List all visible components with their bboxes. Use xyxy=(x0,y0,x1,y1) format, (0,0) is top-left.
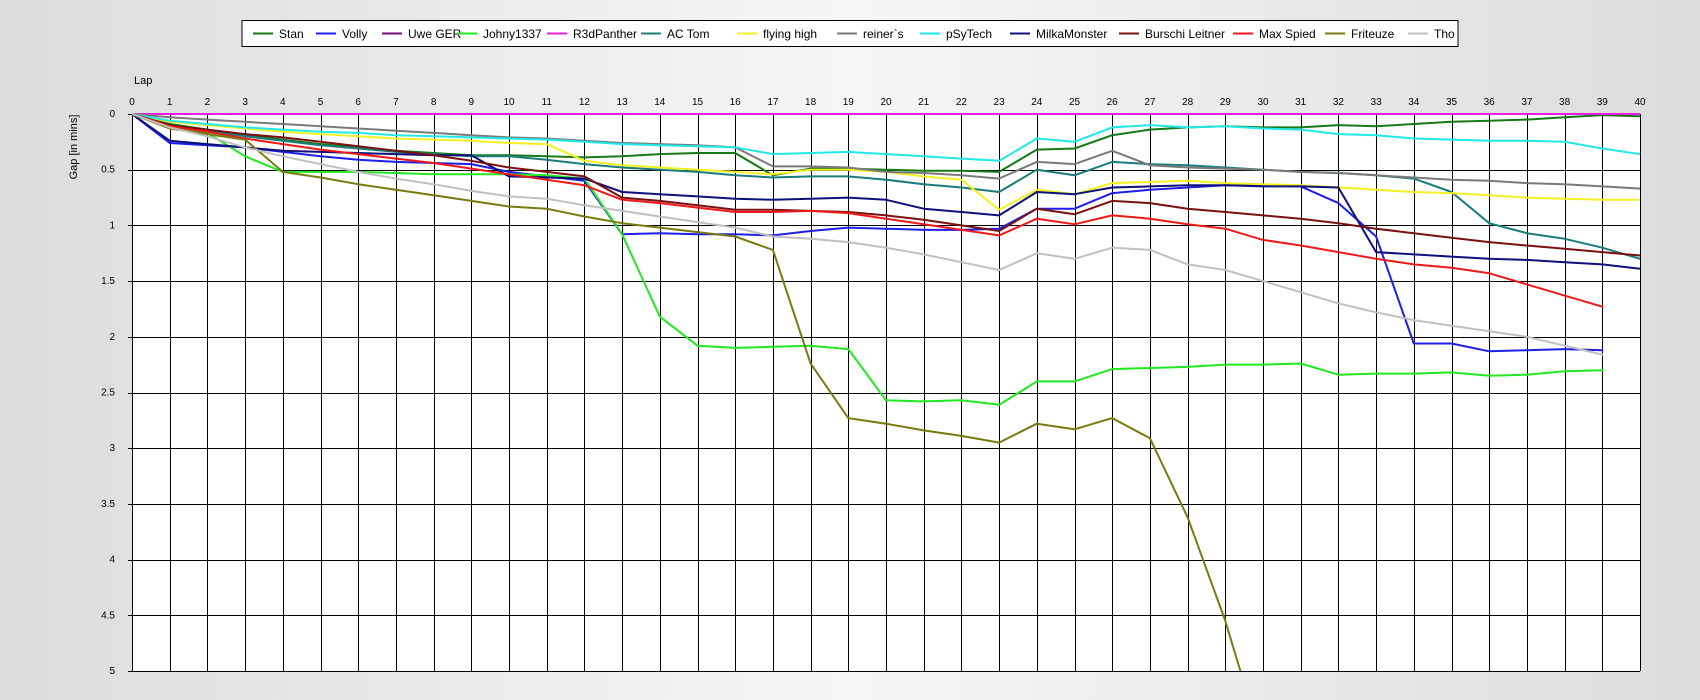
legend-label: Friteuze xyxy=(1351,27,1395,41)
legend-label: pSyTech xyxy=(946,27,992,41)
x-tick-label: 22 xyxy=(956,97,968,108)
x-axis-ticks: 0 1 2 3 4 5 6 7 8 9 10 11 12 13 14 15 16 17 18 19 20 21 22 23 24… xyxy=(129,97,1646,108)
x-tick-label: 1 xyxy=(167,97,173,108)
x-tick-label: 40 xyxy=(1634,97,1646,108)
x-tick-label: 23 xyxy=(994,97,1006,108)
x-tick-label: 39 xyxy=(1597,97,1609,108)
y-axis-title: Gap [in mins] xyxy=(68,115,80,180)
x-tick-label: 2 xyxy=(205,97,211,108)
x-tick-label: 13 xyxy=(617,97,629,108)
x-tick-label: 27 xyxy=(1144,97,1156,108)
x-tick-label: 32 xyxy=(1333,97,1345,108)
x-axis-title: Lap xyxy=(134,75,152,87)
x-tick-label: 14 xyxy=(654,97,666,108)
x-tick-label: 4 xyxy=(280,97,286,108)
x-tick-label: 18 xyxy=(805,97,817,108)
x-tick-label: 36 xyxy=(1484,97,1496,108)
legend: Stan Volly Uwe GER Johny1337 R3dPanther AC To… xyxy=(241,20,1459,47)
legend-label: MilkaMonster xyxy=(1036,27,1107,41)
x-tick-label: 35 xyxy=(1446,97,1458,108)
x-tick-label: 24 xyxy=(1031,97,1043,108)
x-tick-label: 7 xyxy=(393,97,399,108)
x-tick-label: 3 xyxy=(242,97,248,108)
x-tick-label: 0 xyxy=(129,97,135,108)
x-tick-label: 37 xyxy=(1521,97,1533,108)
x-tick-label: 26 xyxy=(1107,97,1119,108)
legend-label: flying high xyxy=(763,27,817,41)
x-tick-label: 29 xyxy=(1220,97,1232,108)
legend-label: Burschi Leitner xyxy=(1145,27,1225,41)
y-tick-label: 2 xyxy=(109,332,115,343)
x-tick-label: 38 xyxy=(1559,97,1571,108)
x-tick-label: 16 xyxy=(730,97,742,108)
legend-label: Max Spied xyxy=(1259,27,1316,41)
legend-label: Tho xyxy=(1434,27,1455,41)
x-tick-label: 11 xyxy=(542,97,553,108)
x-tick-label: 30 xyxy=(1257,97,1269,108)
x-tick-label: 17 xyxy=(767,97,779,108)
y-tick-label: 1 xyxy=(109,220,115,231)
y-tick-label: 4 xyxy=(109,555,115,566)
gap-chart: Stan Volly Uwe GER Johny1337 R3dPanther AC To… xyxy=(68,20,1646,677)
y-tick-label: 1.5 xyxy=(101,276,115,287)
legend-label: Uwe GER xyxy=(408,27,462,41)
x-tick-label: 15 xyxy=(692,97,704,108)
y-tick-label: 3 xyxy=(109,443,115,454)
x-tick-label: 21 xyxy=(918,97,930,108)
x-tick-label: 34 xyxy=(1408,97,1420,108)
x-tick-label: 5 xyxy=(318,97,324,108)
x-tick-label: 10 xyxy=(503,97,515,108)
x-tick-label: 6 xyxy=(355,97,361,108)
legend-label: R3dPanther xyxy=(573,27,637,41)
y-tick-label: 0.5 xyxy=(101,165,115,176)
legend-label: reiner`s xyxy=(863,27,904,41)
x-tick-label: 19 xyxy=(843,97,855,108)
legend-label: Stan xyxy=(279,27,304,41)
y-tick-label: 5 xyxy=(109,666,115,677)
y-tick-label: 2.5 xyxy=(101,388,115,399)
x-tick-label: 8 xyxy=(431,97,437,108)
legend-label: Johny1337 xyxy=(483,27,542,41)
x-tick-label: 9 xyxy=(469,97,475,108)
x-tick-label: 25 xyxy=(1069,97,1081,108)
y-tick-label: 3.5 xyxy=(101,499,115,510)
legend-label: AC Tom xyxy=(667,27,709,41)
y-tick-label: 0 xyxy=(109,109,115,120)
legend-label: Volly xyxy=(342,27,367,41)
x-tick-label: 12 xyxy=(579,97,591,108)
y-axis-ticks: 0 0.5 1 1.5 2 2.5 3 3.5 4 4.5 5 xyxy=(101,109,115,677)
y-tick-label: 4.5 xyxy=(101,610,115,621)
x-tick-label: 31 xyxy=(1295,97,1307,108)
x-tick-label: 33 xyxy=(1371,97,1383,108)
x-tick-label: 20 xyxy=(880,97,892,108)
x-tick-label: 28 xyxy=(1182,97,1194,108)
